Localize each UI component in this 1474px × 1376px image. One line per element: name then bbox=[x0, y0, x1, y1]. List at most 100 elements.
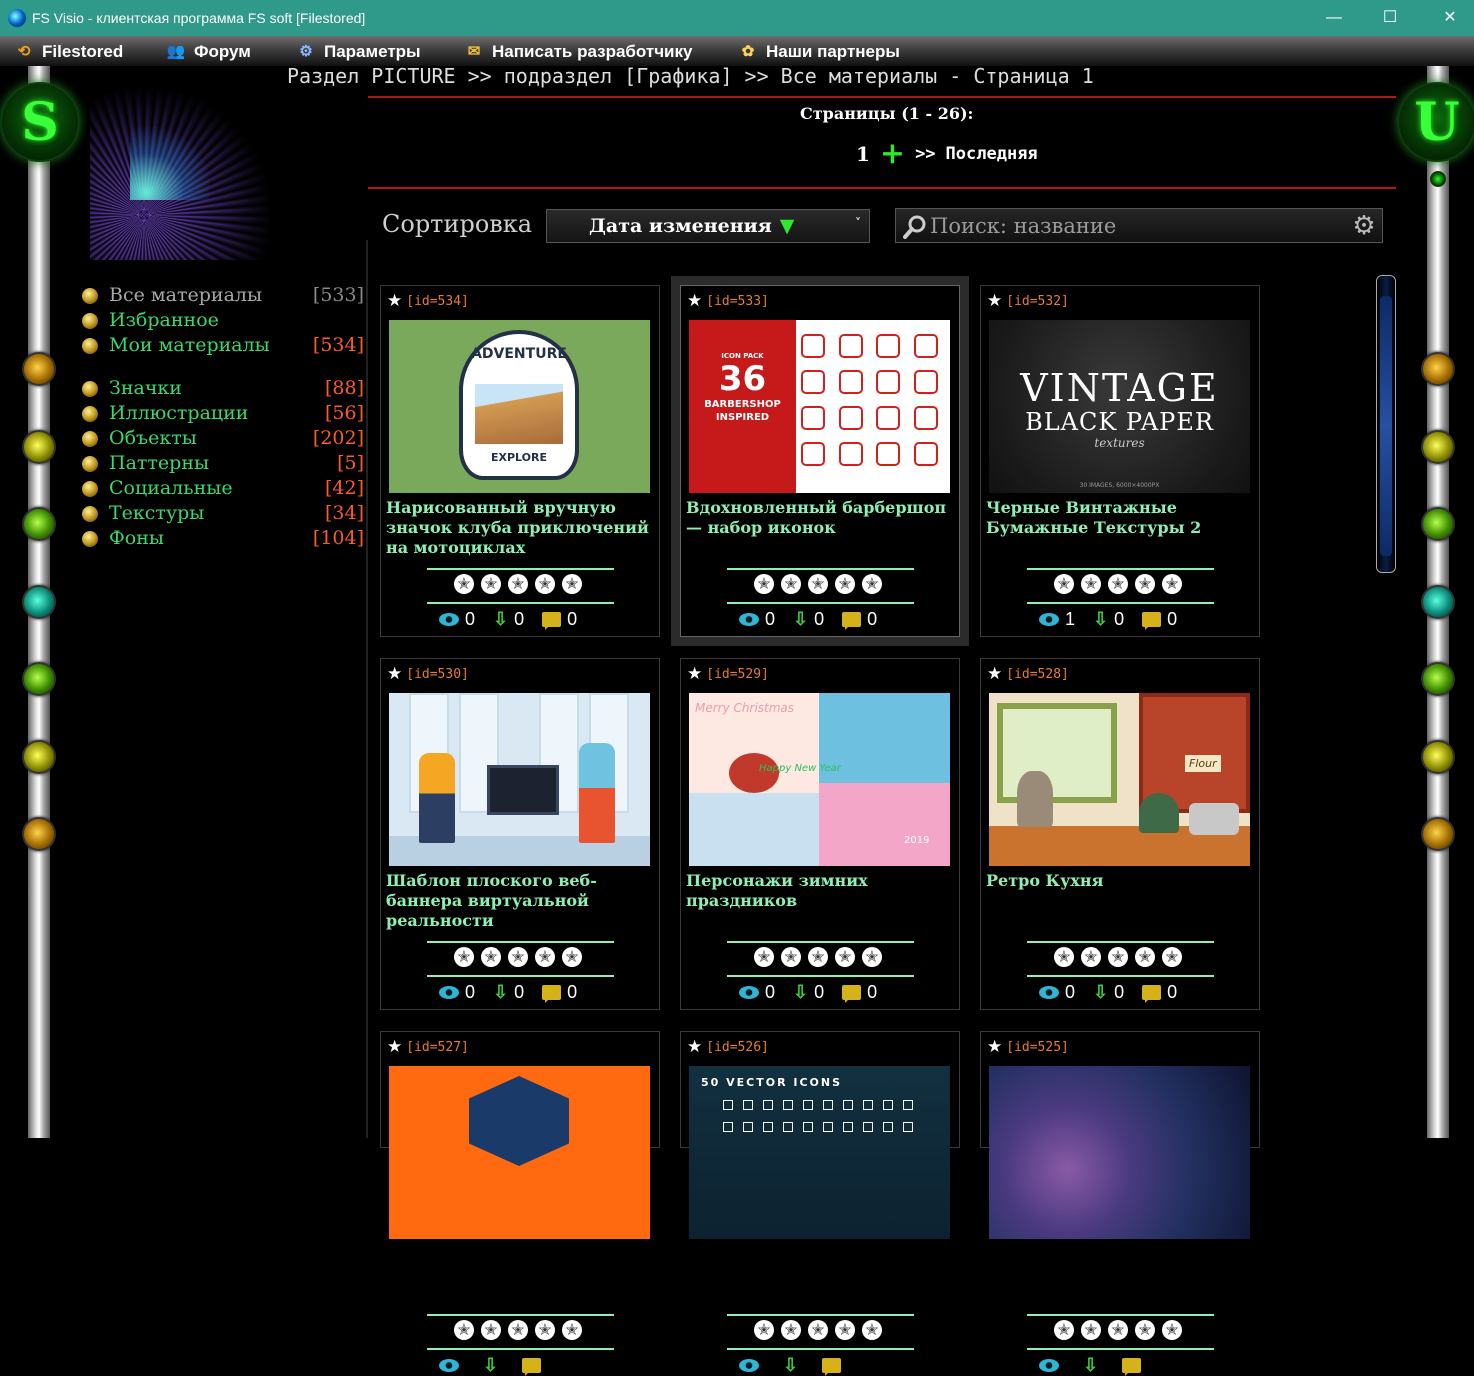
material-card[interactable]: ★ [id=525] ✭ ✭ ✭ ✭ ✭ ⇩ bbox=[980, 1031, 1260, 1376]
rating-star-icon[interactable]: ✭ bbox=[535, 574, 555, 594]
card-title[interactable]: Вдохновленный барбершоп — набор иконок bbox=[686, 498, 954, 538]
rating-star-icon[interactable]: ✭ bbox=[862, 1320, 882, 1340]
favorite-star-icon[interactable]: ★ bbox=[687, 292, 702, 310]
rating-star-icon[interactable]: ✭ bbox=[535, 1320, 555, 1340]
material-card[interactable]: ★ [id=533] ICON PACK 36 BARBERSHOP INSPIRED… bbox=[671, 276, 969, 646]
last-page-link[interactable]: Последняя bbox=[946, 144, 1038, 164]
sidebar-item-textures[interactable]: Текстуры [34] bbox=[82, 502, 364, 526]
card-title[interactable]: Черные Винтажные Бумажные Текстуры 2 bbox=[986, 498, 1254, 538]
rating-star-icon[interactable]: ✭ bbox=[1135, 947, 1155, 967]
material-card[interactable]: ★ [id=526] 50 VECTOR ICONS ✭ ✭ ✭ ✭ ✭ ⇩ bbox=[680, 1031, 960, 1376]
sidebar-item-all[interactable]: Все материалы [533] bbox=[82, 284, 364, 308]
rating-star-icon[interactable]: ✭ bbox=[1135, 574, 1155, 594]
rating-star-icon[interactable]: ✭ bbox=[754, 574, 774, 594]
rating-star-icon[interactable]: ✭ bbox=[1108, 947, 1128, 967]
rating-star-icon[interactable]: ✭ bbox=[754, 1320, 774, 1340]
scrollbar[interactable] bbox=[1376, 275, 1396, 573]
card-thumbnail[interactable]: Flour bbox=[989, 693, 1250, 866]
card-thumbnail[interactable]: VINTAGE BLACK PAPER textures 30 IMAGES, 600… bbox=[989, 320, 1250, 493]
sidebar-item-illustrations[interactable]: Иллюстрации [56] bbox=[82, 402, 364, 426]
rating-star-icon[interactable]: ✭ bbox=[481, 574, 501, 594]
material-card[interactable]: ★ [id=527] ✭ ✭ ✭ ✭ ✭ ⇩ bbox=[380, 1031, 660, 1376]
rating-star-icon[interactable]: ✭ bbox=[562, 947, 582, 967]
favorite-star-icon[interactable]: ★ bbox=[987, 1038, 1002, 1056]
material-card[interactable]: ★ [id=528] Flour Ретро Кухня ✭ ✭ ✭ ✭ ✭ 0… bbox=[980, 658, 1260, 1010]
rating-star-icon[interactable]: ✭ bbox=[508, 947, 528, 967]
search-input[interactable] bbox=[930, 211, 1330, 240]
favorite-star-icon[interactable]: ★ bbox=[687, 1038, 702, 1056]
rating-star-icon[interactable]: ✭ bbox=[781, 1320, 801, 1340]
favorite-star-icon[interactable]: ★ bbox=[387, 292, 402, 310]
rating-star-icon[interactable]: ✭ bbox=[454, 574, 474, 594]
menu-settings[interactable]: ⚙ Параметры bbox=[296, 40, 420, 64]
rating-star-icon[interactable]: ✭ bbox=[508, 1320, 528, 1340]
card-thumbnail[interactable]: 50 VECTOR ICONS bbox=[689, 1066, 950, 1239]
card-title[interactable]: Персонажи зимних праздников bbox=[686, 871, 954, 911]
sort-select[interactable]: Дата изменения ▼ ˅ bbox=[546, 209, 870, 243]
rating-star-icon[interactable]: ✭ bbox=[835, 574, 855, 594]
maximize-button[interactable]: ☐ bbox=[1370, 6, 1410, 30]
rating-star-icon[interactable]: ✭ bbox=[1135, 1320, 1155, 1340]
rating-star-icon[interactable]: ✭ bbox=[481, 947, 501, 967]
rating-star-icon[interactable]: ✭ bbox=[535, 947, 555, 967]
s-badge-icon[interactable]: S bbox=[0, 82, 80, 162]
card-title[interactable]: Ретро Кухня bbox=[986, 871, 1254, 891]
rating-star-icon[interactable]: ✭ bbox=[862, 574, 882, 594]
rating-star-icon[interactable]: ✭ bbox=[508, 574, 528, 594]
card-title[interactable]: Нарисованный вручную значок клуба приклю… bbox=[386, 498, 654, 558]
minimize-button[interactable]: — bbox=[1314, 6, 1354, 30]
menu-partners[interactable]: ✿ Наши партнеры bbox=[738, 40, 900, 64]
card-title[interactable]: Шаблон плоского веб-баннера виртуальной … bbox=[386, 871, 654, 931]
rating-star-icon[interactable]: ✭ bbox=[1081, 947, 1101, 967]
card-thumbnail[interactable]: Merry Christmas Happy New Year 2019 bbox=[689, 693, 950, 866]
menu-write-developer[interactable]: ✉ Написать разработчику bbox=[464, 40, 693, 64]
material-card[interactable]: ★ [id=530] Шаблон плоского веб-баннера в… bbox=[380, 658, 660, 1010]
rating-star-icon[interactable]: ✭ bbox=[835, 947, 855, 967]
gear-icon[interactable]: ⚙ bbox=[1350, 212, 1378, 240]
rating-star-icon[interactable]: ✭ bbox=[1162, 1320, 1182, 1340]
card-thumbnail[interactable] bbox=[989, 1066, 1250, 1239]
sidebar-item-backgrounds[interactable]: Фоны [104] bbox=[82, 527, 364, 551]
material-card[interactable]: ★ [id=532] VINTAGE BLACK PAPER textures 30 … bbox=[980, 285, 1260, 637]
rating-star-icon[interactable]: ✭ bbox=[781, 574, 801, 594]
card-thumbnail[interactable]: ICON PACK 36 BARBERSHOP INSPIRED bbox=[689, 320, 950, 493]
rating-star-icon[interactable]: ✭ bbox=[481, 1320, 501, 1340]
sidebar-item-objects[interactable]: Объекты [202] bbox=[82, 427, 364, 451]
rating-star-icon[interactable]: ✭ bbox=[1081, 1320, 1101, 1340]
favorite-star-icon[interactable]: ★ bbox=[987, 665, 1002, 683]
u-badge-icon[interactable]: U bbox=[1397, 82, 1474, 162]
favorite-star-icon[interactable]: ★ bbox=[387, 665, 402, 683]
rating-star-icon[interactable]: ✭ bbox=[781, 947, 801, 967]
rating-star-icon[interactable]: ✭ bbox=[1054, 574, 1074, 594]
rating-star-icon[interactable]: ✭ bbox=[808, 1320, 828, 1340]
rating-star-icon[interactable]: ✭ bbox=[454, 947, 474, 967]
rating-star-icon[interactable]: ✭ bbox=[835, 1320, 855, 1340]
rating-star-icon[interactable]: ✭ bbox=[1162, 574, 1182, 594]
sidebar-item-favorites[interactable]: Избранное bbox=[82, 309, 364, 333]
rating-star-icon[interactable]: ✭ bbox=[808, 574, 828, 594]
page-link-current[interactable]: 1 bbox=[856, 142, 870, 166]
sidebar-item-patterns[interactable]: Паттерны [5] bbox=[82, 452, 364, 476]
menu-filestored[interactable]: ⟲ Filestored bbox=[14, 40, 124, 64]
material-card[interactable]: ★ [id=529] Merry Christmas Happy New Year… bbox=[680, 658, 960, 1010]
material-card[interactable]: ★ [id=534] ADVENTURE EXPLORE Нарисованный… bbox=[380, 285, 660, 637]
rating-star-icon[interactable]: ✭ bbox=[1162, 947, 1182, 967]
rating-star-icon[interactable]: ✭ bbox=[754, 947, 774, 967]
card-thumbnail[interactable]: ADVENTURE EXPLORE bbox=[389, 320, 650, 493]
rating-star-icon[interactable]: ✭ bbox=[562, 574, 582, 594]
menu-forum[interactable]: 👥 Форум bbox=[166, 40, 251, 64]
rating-star-icon[interactable]: ✭ bbox=[1054, 1320, 1074, 1340]
card-thumbnail[interactable] bbox=[389, 693, 650, 866]
rating-star-icon[interactable]: ✭ bbox=[1108, 1320, 1128, 1340]
rating-star-icon[interactable]: ✭ bbox=[1054, 947, 1074, 967]
favorite-star-icon[interactable]: ★ bbox=[687, 665, 702, 683]
next-page-link[interactable]: >> bbox=[915, 144, 935, 164]
sidebar-item-icons[interactable]: Значки [88] bbox=[82, 377, 364, 401]
rating-star-icon[interactable]: ✭ bbox=[454, 1320, 474, 1340]
plus-icon[interactable]: + bbox=[880, 139, 905, 169]
rating-star-icon[interactable]: ✭ bbox=[862, 947, 882, 967]
sidebar-item-social[interactable]: Социальные [42] bbox=[82, 477, 364, 501]
favorite-star-icon[interactable]: ★ bbox=[387, 1038, 402, 1056]
card-thumbnail[interactable] bbox=[389, 1066, 650, 1239]
sidebar-item-my-materials[interactable]: Мои материалы [534] bbox=[82, 334, 364, 358]
